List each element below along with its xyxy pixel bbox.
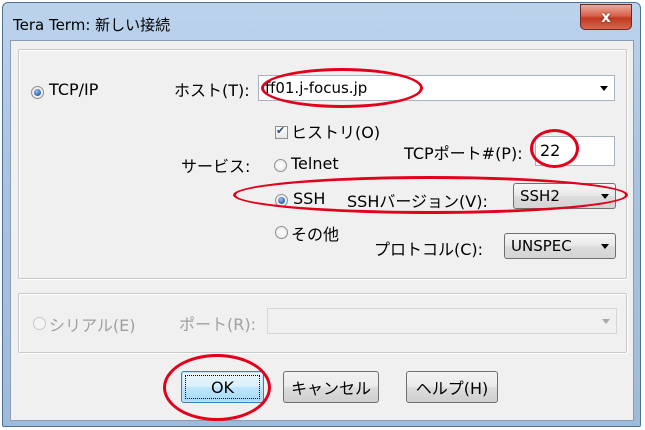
protocol-value[interactable]: UNSPEC (511, 237, 572, 255)
ssh-version-label: SSHバージョン(V): (347, 192, 488, 211)
other-label[interactable]: その他 (291, 221, 339, 245)
host-label: ホスト(T): (174, 81, 250, 100)
help-button-label: ヘルプ(H) (415, 379, 489, 398)
ssh-version-value[interactable]: SSH2 (520, 187, 560, 205)
host-combobox[interactable]: ff01.j-focus.jp (258, 75, 615, 101)
dialog-window: Tera Term: 新しい接続 x TCP/IP ホスト(T): ff01.j… (2, 2, 641, 427)
close-button[interactable]: x (580, 4, 632, 30)
serial-port-label: ポート(R): (179, 315, 256, 334)
help-button[interactable]: ヘルプ(H) (406, 371, 498, 403)
history-label[interactable]: ヒストリ(O) (291, 119, 380, 143)
cancel-button[interactable]: キャンセル (283, 371, 379, 403)
focus-rectangle (185, 375, 260, 399)
host-value[interactable]: ff01.j-focus.jp (265, 79, 367, 97)
serial-port-select[interactable] (267, 308, 617, 334)
chevron-down-icon[interactable] (602, 319, 610, 324)
window-title: Tera Term: 新しい接続 (13, 16, 171, 34)
title-bar[interactable]: Tera Term: 新しい接続 x (3, 3, 640, 41)
telnet-radio[interactable] (274, 159, 287, 172)
chevron-down-icon[interactable] (601, 244, 609, 249)
telnet-label[interactable]: Telnet (291, 154, 339, 173)
serial-radio[interactable] (33, 317, 46, 330)
ok-button[interactable]: OK (181, 371, 264, 403)
dialog-client-area: TCP/IP ホスト(T): ff01.j-focus.jp ヒストリ(O) サ… (10, 40, 634, 421)
service-label: サービス: (181, 157, 251, 176)
close-icon: x (601, 8, 611, 26)
other-radio[interactable] (275, 226, 288, 239)
ssh-radio[interactable] (275, 194, 288, 207)
tcp-port-label: TCPポート#(P): (404, 144, 523, 163)
protocol-label: プロトコル(C): (374, 240, 484, 259)
ssh-version-select[interactable]: SSH2 (513, 183, 616, 209)
history-checkbox[interactable] (275, 124, 288, 139)
tcpip-radio-label[interactable]: TCP/IP (49, 80, 98, 99)
tcp-port-value[interactable]: 22 (540, 141, 560, 160)
ssh-label[interactable]: SSH (293, 189, 325, 208)
tcp-port-field[interactable]: 22 (535, 136, 615, 166)
serial-radio-label[interactable]: シリアル(E) (49, 312, 135, 336)
cancel-button-label: キャンセル (290, 379, 371, 398)
protocol-select[interactable]: UNSPEC (504, 233, 616, 259)
chevron-down-icon[interactable] (601, 194, 609, 199)
chevron-down-icon[interactable] (600, 86, 608, 91)
tcpip-radio[interactable] (31, 86, 44, 99)
